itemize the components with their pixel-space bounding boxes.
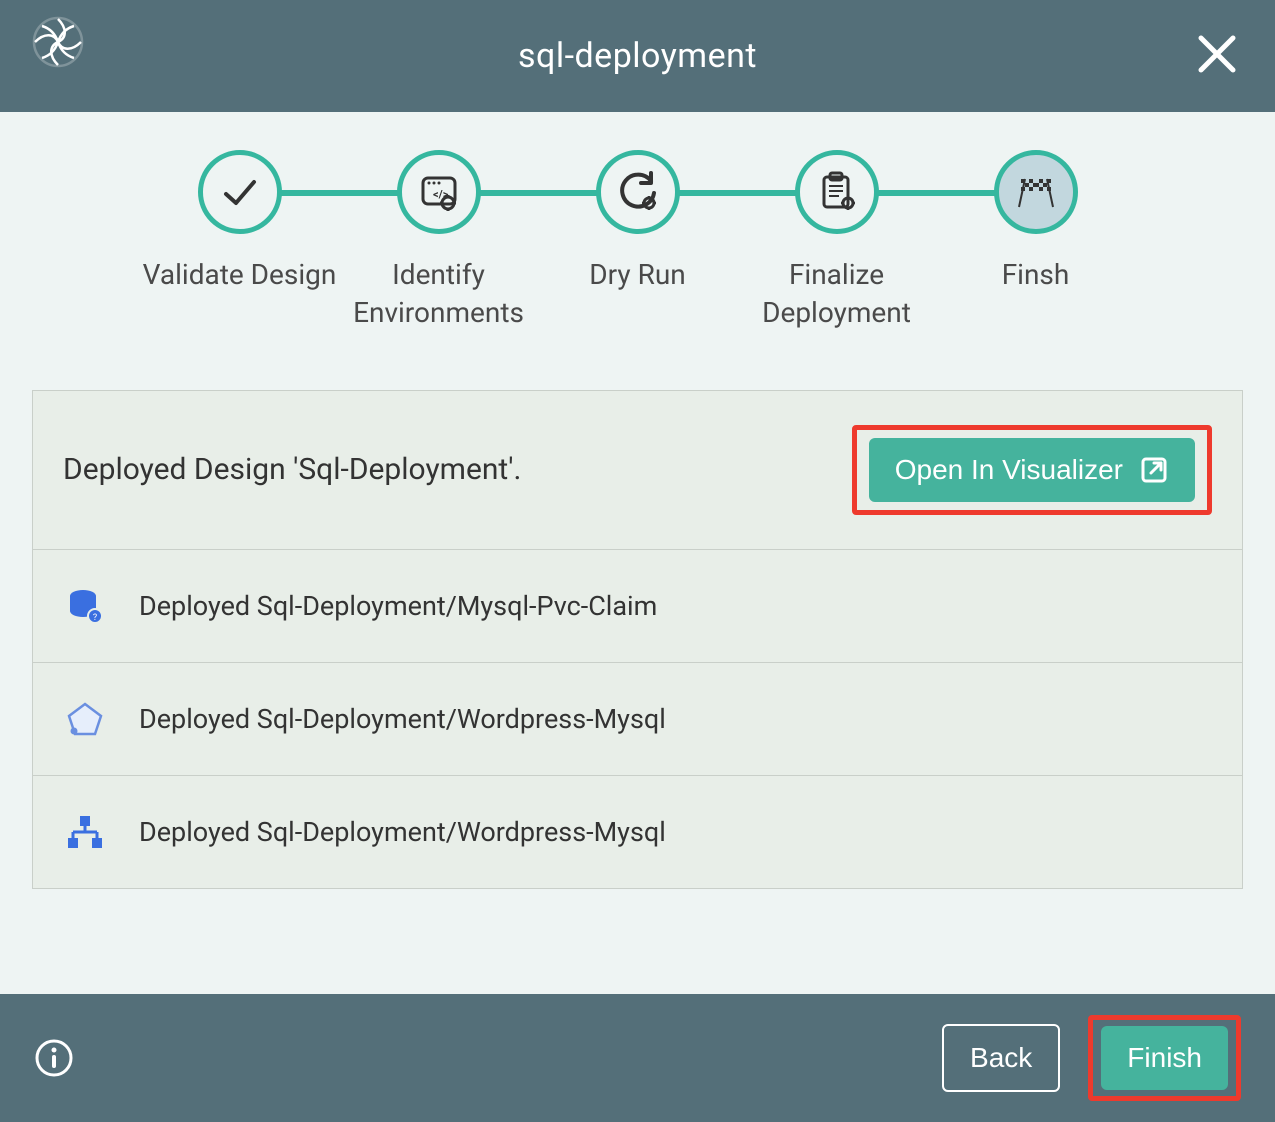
open-visualizer-highlight: Open In Visualizer <box>852 425 1212 515</box>
info-icon <box>34 1038 74 1078</box>
step-label: Identify Environments <box>339 256 538 332</box>
dialog-header: sql-deployment <box>0 0 1275 112</box>
clipboard-gear-icon <box>814 169 860 215</box>
deployed-item-text: Deployed Sql-Deployment/Mysql-Pvc-Claim <box>139 590 657 622</box>
step-validate-design: Validate Design <box>140 150 339 294</box>
step-identify-environments: </> Identify Environments <box>339 150 538 332</box>
close-icon <box>1195 32 1239 76</box>
results-panel: Deployed Design 'Sql-Deployment'. Open I… <box>32 390 1243 889</box>
dialog-footer: Back Finish <box>0 994 1275 1122</box>
pentagon-icon <box>63 697 107 741</box>
close-button[interactable] <box>1195 32 1239 76</box>
finish-button-label: Finish <box>1127 1042 1202 1074</box>
info-button[interactable] <box>34 1038 74 1078</box>
back-button[interactable]: Back <box>942 1024 1060 1092</box>
svg-text:?: ? <box>93 613 97 623</box>
finish-button[interactable]: Finish <box>1101 1026 1228 1090</box>
open-in-visualizer-button[interactable]: Open In Visualizer <box>869 438 1195 502</box>
app-logo-icon <box>30 14 86 70</box>
deployed-item-row: Deployed Sql-Deployment/Wordpress-Mysql <box>33 663 1242 776</box>
deployed-item-text: Deployed Sql-Deployment/Wordpress-Mysql <box>139 816 666 848</box>
results-panel-container: Deployed Design 'Sql-Deployment'. Open I… <box>0 362 1275 909</box>
step-finalize-deployment: Finalize Deployment <box>737 150 936 332</box>
code-settings-icon: </> <box>417 170 461 214</box>
checkered-flags-icon <box>1011 167 1061 217</box>
deployed-item-text: Deployed Sql-Deployment/Wordpress-Mysql <box>139 703 666 735</box>
deployed-item-row: ? Deployed Sql-Deployment/Mysql-Pvc-Clai… <box>33 550 1242 663</box>
check-icon <box>218 170 262 214</box>
external-link-icon <box>1139 455 1169 485</box>
step-label: Dry Run <box>589 256 685 294</box>
step-finish: Finsh <box>936 150 1135 294</box>
stepper: Validate Design </> Identify Environment… <box>0 112 1275 362</box>
back-button-label: Back <box>970 1042 1032 1074</box>
step-dry-run: Dry Run <box>538 150 737 294</box>
summary-message: Deployed Design 'Sql-Deployment'. <box>63 452 521 487</box>
open-in-visualizer-label: Open In Visualizer <box>895 454 1123 486</box>
summary-row: Deployed Design 'Sql-Deployment'. Open I… <box>33 391 1242 550</box>
database-icon: ? <box>63 584 107 628</box>
step-label: Finalize Deployment <box>737 256 936 332</box>
org-chart-icon <box>63 810 107 854</box>
finish-button-highlight: Finish <box>1088 1015 1241 1101</box>
refresh-gear-icon <box>615 169 661 215</box>
deployed-item-row: Deployed Sql-Deployment/Wordpress-Mysql <box>33 776 1242 888</box>
svg-text:</>: </> <box>433 188 449 201</box>
dialog-title: sql-deployment <box>518 36 757 76</box>
step-label: Validate Design <box>143 256 337 294</box>
step-label: Finsh <box>1002 256 1070 294</box>
